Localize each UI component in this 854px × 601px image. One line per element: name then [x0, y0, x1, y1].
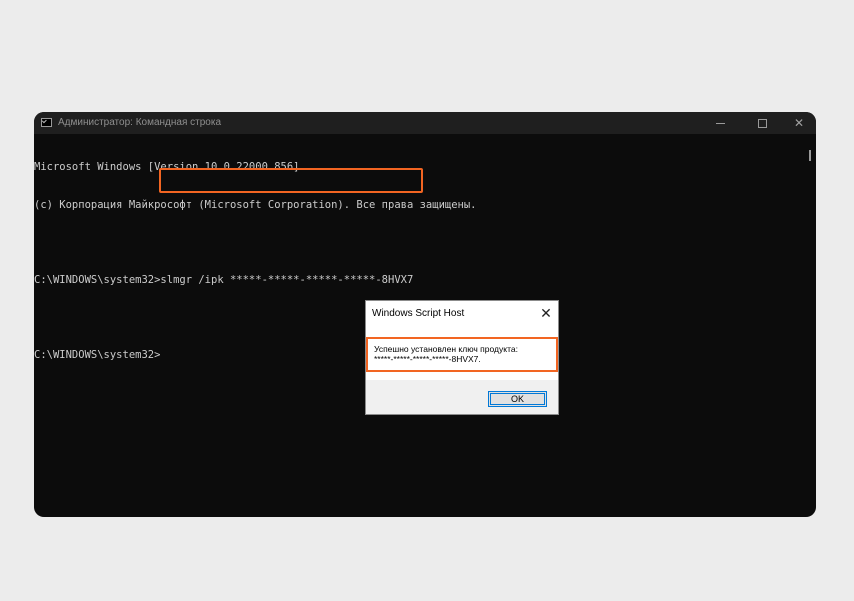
console-line: C:\WINDOWS\system32>slmgr /ipk *****-***… [34, 273, 414, 286]
close-icon: ✕ [793, 116, 805, 130]
close-icon: ✕ [540, 305, 552, 321]
message-highlight-box [366, 337, 558, 372]
title-bar[interactable]: Администратор: Командная строка ✕ [34, 112, 816, 134]
dialog-title-bar[interactable]: Windows Script Host ✕ [366, 301, 558, 325]
dialog-footer: OK [366, 380, 558, 414]
close-button[interactable]: ✕ [780, 112, 816, 134]
console-line: (c) Корпорация Майкрософт (Microsoft Cor… [34, 198, 477, 211]
maximize-icon [757, 118, 767, 128]
minimize-button[interactable] [701, 112, 739, 134]
maximize-button[interactable] [743, 112, 781, 134]
scrollbar-thumb[interactable] [809, 150, 811, 161]
command-highlight-box [159, 168, 423, 193]
cmd-icon [41, 118, 52, 127]
minimize-icon [715, 122, 725, 124]
dialog-title: Windows Script Host [372, 308, 465, 319]
dialog-close-button[interactable]: ✕ [537, 304, 555, 322]
wsh-dialog: Windows Script Host ✕ Успешно установлен… [365, 300, 559, 415]
ok-button[interactable]: OK [488, 391, 547, 407]
window-title: Администратор: Командная строка [58, 117, 222, 128]
